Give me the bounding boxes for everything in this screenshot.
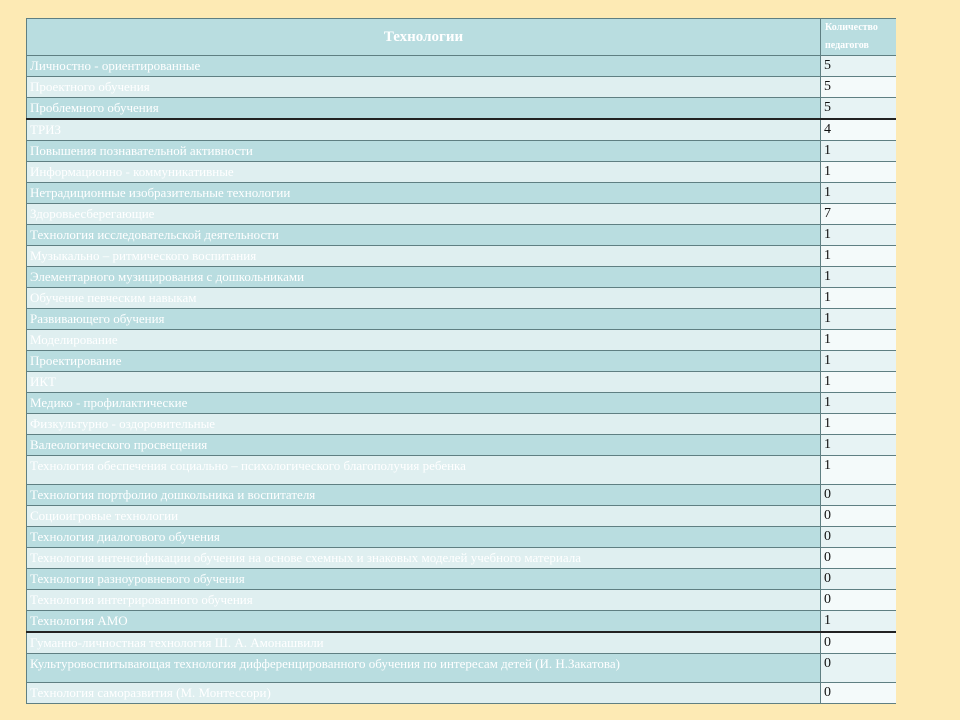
table-row: Элементарного музицирования с дошкольник… bbox=[26, 266, 896, 288]
table-row: Гуманно-личностная технология Ш. А. Амон… bbox=[26, 631, 896, 654]
table-row: Личностно - ориентированные 5 bbox=[26, 55, 896, 77]
table-row: Технология интенсификации обучения на ос… bbox=[26, 547, 896, 569]
table-row: Проблемного обучения 5 bbox=[26, 97, 896, 120]
table-row: Медико - профилактические 1 bbox=[26, 392, 896, 414]
technology-name-cell: Музыкально – ритмического воспитания bbox=[26, 245, 821, 267]
header-teacher-count: Количество педагогов bbox=[820, 18, 896, 56]
table-row: Культуровоспитывающая технология диффере… bbox=[26, 653, 896, 683]
teacher-count-cell: 4 bbox=[820, 118, 896, 141]
technology-name-cell: ТРИЗ bbox=[26, 118, 821, 141]
teacher-count-cell: 1 bbox=[820, 434, 896, 456]
teacher-count-cell: 0 bbox=[820, 547, 896, 569]
teacher-count-cell: 0 bbox=[820, 653, 896, 683]
teacher-count-cell: 1 bbox=[820, 308, 896, 330]
teacher-count-cell: 1 bbox=[820, 287, 896, 309]
table-row: Технология диалогового обучения 0 bbox=[26, 526, 896, 548]
table-row: Музыкально – ритмического воспитания 1 bbox=[26, 245, 896, 267]
teacher-count-cell: 0 bbox=[820, 589, 896, 611]
teacher-count-cell: 0 bbox=[820, 484, 896, 506]
teacher-count-cell: 0 bbox=[820, 505, 896, 527]
table-row: Социоигровые технологии 0 bbox=[26, 505, 896, 527]
technology-name-cell: Проектирование bbox=[26, 350, 821, 372]
table-row: Проектного обучения 5 bbox=[26, 76, 896, 98]
technology-name-cell: Обучение певческим навыкам bbox=[26, 287, 821, 309]
technology-name-cell: ИКТ bbox=[26, 371, 821, 393]
teacher-count-cell: 5 bbox=[820, 76, 896, 98]
technology-name-cell: Социоигровые технологии bbox=[26, 505, 821, 527]
table-row: ИКТ 1 bbox=[26, 371, 896, 393]
teacher-count-cell: 1 bbox=[820, 140, 896, 162]
technology-name-cell: Информационно - коммуникативные bbox=[26, 161, 821, 183]
technology-name-cell: Повышения познавательной активности bbox=[26, 140, 821, 162]
technologies-table-container: Технологии Количество педагогов Личностн… bbox=[26, 18, 896, 720]
table-row: Технология исследовательской деятельност… bbox=[26, 224, 896, 246]
teacher-count-cell: 1 bbox=[820, 610, 896, 633]
table-header-row: Технологии Количество педагогов bbox=[26, 18, 896, 56]
table-row: Технология АМО 1 bbox=[26, 610, 896, 633]
table-row: Развивающего обучения 1 bbox=[26, 308, 896, 330]
teacher-count-cell: 1 bbox=[820, 266, 896, 288]
technology-name-cell: Проектного обучения bbox=[26, 76, 821, 98]
technology-name-cell: Развивающего обучения bbox=[26, 308, 821, 330]
technologies-table: Технологии Количество педагогов Личностн… bbox=[26, 18, 896, 704]
technology-name-cell: Культуровоспитывающая технология диффере… bbox=[26, 653, 821, 683]
table-row: Технология разноуровневого обучения 0 bbox=[26, 568, 896, 590]
teacher-count-cell: 1 bbox=[820, 371, 896, 393]
table-row: Повышения познавательной активности 1 bbox=[26, 140, 896, 162]
teacher-count-cell: 0 bbox=[820, 526, 896, 548]
technology-name-cell: Гуманно-личностная технология Ш. А. Амон… bbox=[26, 631, 821, 654]
teacher-count-cell: 1 bbox=[820, 455, 896, 485]
table-row: Нетрадиционные изобразительные технологи… bbox=[26, 182, 896, 204]
teacher-count-cell: 1 bbox=[820, 245, 896, 267]
table-row: Проектирование 1 bbox=[26, 350, 896, 372]
teacher-count-cell: 5 bbox=[820, 55, 896, 77]
table-row: Технология интегрированного обучения 0 bbox=[26, 589, 896, 611]
header-technologies: Технологии bbox=[26, 18, 821, 56]
technology-name-cell: Элементарного музицирования с дошкольник… bbox=[26, 266, 821, 288]
teacher-count-cell: 1 bbox=[820, 350, 896, 372]
technology-name-cell: Проблемного обучения bbox=[26, 97, 821, 120]
table-row: Физкультурно - оздоровительные 1 bbox=[26, 413, 896, 435]
table-row: Технология обеспечения социально – психо… bbox=[26, 455, 896, 485]
technology-name-cell: Валеологического просвещения bbox=[26, 434, 821, 456]
technology-name-cell: Личностно - ориентированные bbox=[26, 55, 821, 77]
table-row: Валеологического просвещения 1 bbox=[26, 434, 896, 456]
teacher-count-cell: 0 bbox=[820, 568, 896, 590]
technology-name-cell: Технология обеспечения социально – психо… bbox=[26, 455, 821, 485]
teacher-count-cell: 1 bbox=[820, 161, 896, 183]
technology-name-cell: Здоровьесберегающие bbox=[26, 203, 821, 225]
teacher-count-cell: 5 bbox=[820, 97, 896, 120]
table-row: Технология портфолио дошкольника и воспи… bbox=[26, 484, 896, 506]
technology-name-cell: Технология диалогового обучения bbox=[26, 526, 821, 548]
table-row: Обучение певческим навыкам 1 bbox=[26, 287, 896, 309]
technology-name-cell: Технология интенсификации обучения на ос… bbox=[26, 547, 821, 569]
teacher-count-cell: 1 bbox=[820, 329, 896, 351]
technology-name-cell: Технология АМО bbox=[26, 610, 821, 633]
table-row: Технология саморазвития (М. Монтессори) 0 bbox=[26, 682, 896, 704]
teacher-count-cell: 1 bbox=[820, 413, 896, 435]
teacher-count-cell: 0 bbox=[820, 682, 896, 704]
technology-name-cell: Физкультурно - оздоровительные bbox=[26, 413, 821, 435]
table-body: Личностно - ориентированные 5 Проектного о… bbox=[26, 55, 896, 704]
teacher-count-cell: 7 bbox=[820, 203, 896, 225]
table-row: ТРИЗ 4 bbox=[26, 118, 896, 141]
table-row: Информационно - коммуникативные 1 bbox=[26, 161, 896, 183]
teacher-count-cell: 1 bbox=[820, 392, 896, 414]
teacher-count-cell: 1 bbox=[820, 224, 896, 246]
teacher-count-cell: 1 bbox=[820, 182, 896, 204]
table-row: Здоровьесберегающие 7 bbox=[26, 203, 896, 225]
technology-name-cell: Моделирование bbox=[26, 329, 821, 351]
table-row: Моделирование 1 bbox=[26, 329, 896, 351]
technology-name-cell: Медико - профилактические bbox=[26, 392, 821, 414]
technology-name-cell: Технология разноуровневого обучения bbox=[26, 568, 821, 590]
teacher-count-cell: 0 bbox=[820, 631, 896, 654]
technology-name-cell: Технология интегрированного обучения bbox=[26, 589, 821, 611]
technology-name-cell: Нетрадиционные изобразительные технологи… bbox=[26, 182, 821, 204]
technology-name-cell: Технология саморазвития (М. Монтессори) bbox=[26, 682, 821, 704]
technology-name-cell: Технология исследовательской деятельност… bbox=[26, 224, 821, 246]
technology-name-cell: Технология портфолио дошкольника и воспи… bbox=[26, 484, 821, 506]
